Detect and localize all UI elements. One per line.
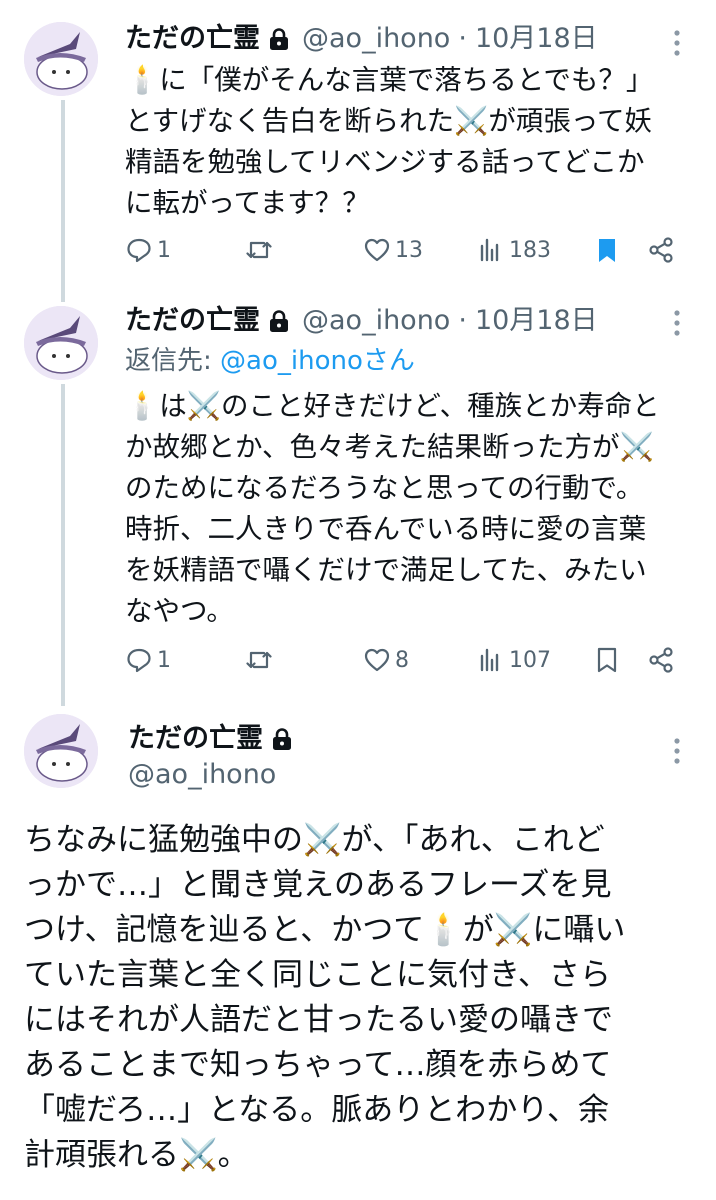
reply-to-label: 返信先: [125,346,221,376]
bookmark-button[interactable] [593,642,621,678]
lock-icon [273,728,291,750]
reply-count: 1 [157,647,171,673]
share-icon [649,647,673,673]
lock-icon [270,310,288,332]
display-name[interactable]: ただの亡霊 [125,22,260,56]
reply-to-line: 返信先: @ao_ihonoさん [125,344,415,378]
thread-line [61,100,65,302]
like-icon [364,238,390,262]
like-count: 13 [395,237,423,263]
separator: · [458,23,467,54]
tweet-header: ただの亡霊 @ao_ihono · 10月18日 [125,22,598,56]
avatar[interactable] [24,22,98,96]
retweet-button[interactable] [245,642,273,678]
tweet-text: 🕯️は⚔️のこと好きだけど、種族とか寿命と か故郷とか、色々考えた結果断った方が… [125,390,660,627]
thread-line [61,384,65,706]
like-icon [364,648,390,672]
more-icon[interactable] [660,734,694,768]
reply-icon [127,648,151,673]
tweet-header: ただの亡霊 @ao_ihono · 10月18日 [125,304,598,338]
bookmark-icon [599,239,615,262]
handle[interactable]: @ao_ihono [128,758,276,792]
more-icon[interactable] [660,26,694,60]
more-icon[interactable] [660,306,694,340]
retweet-icon [246,241,272,259]
share-icon [649,237,673,263]
display-name[interactable]: ただの亡霊 [128,722,263,756]
display-name[interactable]: ただの亡霊 [125,304,260,338]
tweet-actions: 1 8 107 [125,642,690,678]
tweet-text: 🕯️に「僕がそんな言葉で落ちるとでも？」 とすげなく告白を断られた⚔️が頑張って… [125,64,654,219]
share-button[interactable] [647,232,675,268]
tweet-actions: 1 13 183 [125,232,690,268]
views-icon [480,648,499,672]
avatar[interactable] [24,714,98,788]
bookmark-button[interactable] [593,232,621,268]
retweet-icon [246,651,272,669]
tweet-text: ちなみに猛勉強中の⚔️が、「あれ、これど っかで…」と聞き覚えのあるフレーズを見… [24,822,626,1173]
lock-icon [270,28,288,50]
tweet-date[interactable]: 10月18日 [475,304,598,338]
views-button[interactable]: 107 [477,642,551,678]
like-button[interactable]: 13 [363,232,423,268]
reply-icon [127,238,151,263]
tweet-header: ただの亡霊 [128,722,305,756]
reply-to-link[interactable]: @ao_ihonoさん [220,346,415,376]
view-count: 183 [509,237,551,263]
view-count: 107 [509,647,551,673]
tweet-date[interactable]: 10月18日 [475,22,598,56]
views-icon [480,238,499,262]
handle-line: @ao_ihono [128,758,276,792]
reply-button[interactable]: 1 [125,232,171,268]
retweet-button[interactable] [245,232,273,268]
reply-count: 1 [157,237,171,263]
handle[interactable]: @ao_ihono [302,304,450,338]
share-button[interactable] [647,642,675,678]
views-button[interactable]: 183 [477,232,551,268]
separator: · [458,305,467,336]
avatar[interactable] [24,306,98,380]
like-count: 8 [395,647,409,673]
like-button[interactable]: 8 [363,642,409,678]
bookmark-icon [597,647,617,673]
handle[interactable]: @ao_ihono [302,22,450,56]
reply-button[interactable]: 1 [125,642,171,678]
